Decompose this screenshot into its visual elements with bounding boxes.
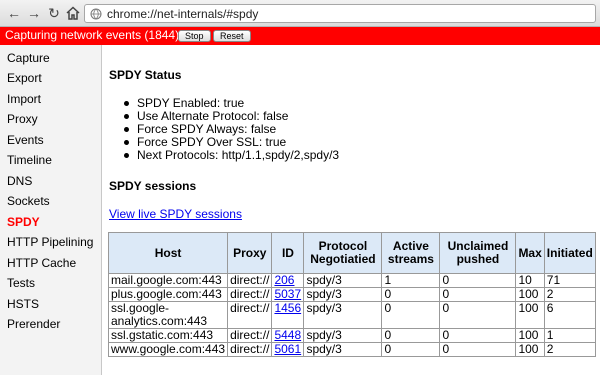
sidebar-item-import[interactable]: Import bbox=[7, 92, 41, 106]
sidebar-item-http-pipelining[interactable]: HTTP Pipelining bbox=[7, 235, 93, 249]
max-cell: 100 bbox=[515, 287, 545, 302]
sidebar-item-prerender[interactable]: Prerender bbox=[7, 317, 60, 331]
proxy-cell: direct:// bbox=[227, 273, 273, 288]
max-cell: 100 bbox=[515, 342, 545, 357]
page-icon bbox=[90, 8, 102, 20]
capture-status-bar: Capturing network events (1844) Stop Res… bbox=[0, 27, 600, 45]
column-header-proxy: Proxy bbox=[227, 232, 273, 274]
id-cell: 5061 bbox=[271, 342, 305, 357]
max-cell: 100 bbox=[515, 328, 545, 343]
column-header-id: ID bbox=[271, 232, 305, 274]
capture-status-text: Capturing network events (1844) bbox=[5, 28, 180, 42]
max-cell: 10 bbox=[515, 273, 545, 288]
protocol-cell: spdy/3 bbox=[303, 301, 383, 329]
sidebar-item-http-cache[interactable]: HTTP Cache bbox=[7, 256, 76, 270]
host-cell: ssl.google-analytics.com:443 bbox=[107, 301, 229, 329]
table-row: mail.google.com:443 direct:// 206 spdy/3… bbox=[107, 273, 596, 288]
table-row: ssl.google-analytics.com:443 direct:// 1… bbox=[107, 301, 596, 329]
max-cell: 100 bbox=[515, 301, 545, 329]
url-text: chrome://net-internals/#spdy bbox=[107, 7, 259, 21]
sidebar-item-proxy[interactable]: Proxy bbox=[7, 112, 38, 126]
view-live-sessions-link[interactable]: View live SPDY sessions bbox=[109, 207, 242, 221]
active-streams-cell: 0 bbox=[381, 301, 441, 329]
initiated-cell: 1 bbox=[543, 328, 596, 343]
host-cell: www.google.com:443 bbox=[107, 342, 229, 357]
host-cell: mail.google.com:443 bbox=[107, 273, 229, 288]
address-bar[interactable]: chrome://net-internals/#spdy bbox=[84, 4, 596, 23]
session-id-link[interactable]: 5037 bbox=[274, 287, 301, 301]
active-streams-cell: 0 bbox=[381, 342, 441, 357]
initiated-cell: 2 bbox=[543, 287, 596, 302]
column-header-unclaimed-pushed: Unclaimed pushed bbox=[439, 232, 517, 274]
sidebar-item-capture[interactable]: Capture bbox=[7, 51, 50, 65]
proxy-cell: direct:// bbox=[227, 328, 273, 343]
sidebar-item-export[interactable]: Export bbox=[7, 71, 42, 85]
column-header-active-streams: Active streams bbox=[381, 232, 441, 274]
session-id-link[interactable]: 5061 bbox=[274, 342, 301, 356]
column-header-initiated: Initiated bbox=[543, 232, 596, 274]
session-id-link[interactable]: 206 bbox=[274, 273, 294, 287]
unclaimed-pushed-cell: 0 bbox=[439, 328, 517, 343]
sidebar: Capture Export Import Proxy Events Timel… bbox=[0, 45, 102, 375]
table-row: www.google.com:443 direct:// 5061 spdy/3… bbox=[107, 342, 596, 357]
spdy-sessions-heading: SPDY sessions bbox=[109, 179, 197, 193]
unclaimed-pushed-cell: 0 bbox=[439, 273, 517, 288]
sidebar-item-hsts[interactable]: HSTS bbox=[7, 297, 39, 311]
sidebar-item-timeline[interactable]: Timeline bbox=[7, 153, 52, 167]
protocol-cell: spdy/3 bbox=[303, 287, 383, 302]
unclaimed-pushed-cell: 0 bbox=[439, 342, 517, 357]
initiated-cell: 71 bbox=[543, 273, 596, 288]
column-header-protocol: Protocol Negotiatied bbox=[303, 232, 383, 274]
initiated-cell: 2 bbox=[543, 342, 596, 357]
unclaimed-pushed-cell: 0 bbox=[439, 301, 517, 329]
forward-arrow-icon[interactable]: → bbox=[26, 4, 42, 22]
id-cell: 5448 bbox=[271, 328, 305, 343]
table-row: ssl.gstatic.com:443 direct:// 5448 spdy/… bbox=[107, 328, 596, 343]
sessions-table: Host Proxy ID Protocol Negotiatied Activ… bbox=[107, 232, 596, 357]
browser-toolbar: ← → ↻ chrome://net-internals/#spdy bbox=[0, 0, 600, 27]
sidebar-item-events[interactable]: Events bbox=[7, 133, 44, 147]
id-cell: 206 bbox=[271, 273, 305, 288]
proxy-cell: direct:// bbox=[227, 301, 273, 329]
initiated-cell: 6 bbox=[543, 301, 596, 329]
column-header-max: Max bbox=[515, 232, 545, 274]
id-cell: 1456 bbox=[271, 301, 305, 329]
home-icon[interactable] bbox=[65, 4, 81, 22]
sidebar-item-dns[interactable]: DNS bbox=[7, 174, 32, 188]
active-streams-cell: 0 bbox=[381, 328, 441, 343]
protocol-cell: spdy/3 bbox=[303, 273, 383, 288]
protocol-cell: spdy/3 bbox=[303, 328, 383, 343]
session-id-link[interactable]: 1456 bbox=[274, 301, 301, 315]
active-streams-cell: 0 bbox=[381, 287, 441, 302]
sidebar-item-spdy[interactable]: SPDY bbox=[7, 215, 40, 229]
reload-icon[interactable]: ↻ bbox=[46, 4, 62, 22]
session-id-link[interactable]: 5448 bbox=[274, 328, 301, 342]
spdy-status-heading: SPDY Status bbox=[109, 68, 182, 82]
sidebar-item-tests[interactable]: Tests bbox=[7, 276, 35, 290]
active-streams-cell: 1 bbox=[381, 273, 441, 288]
table-row: plus.google.com:443 direct:// 5037 spdy/… bbox=[107, 287, 596, 302]
id-cell: 5037 bbox=[271, 287, 305, 302]
unclaimed-pushed-cell: 0 bbox=[439, 287, 517, 302]
sidebar-item-sockets[interactable]: Sockets bbox=[7, 194, 50, 208]
host-cell: plus.google.com:443 bbox=[107, 287, 229, 302]
column-header-host: Host bbox=[107, 232, 229, 274]
reset-button[interactable]: Reset bbox=[213, 30, 251, 42]
proxy-cell: direct:// bbox=[227, 287, 273, 302]
protocol-cell: spdy/3 bbox=[303, 342, 383, 357]
status-item-next-protocols: Next Protocols: http/1.1,spdy/2,spdy/3 bbox=[124, 149, 339, 162]
table-header-row: Host Proxy ID Protocol Negotiatied Activ… bbox=[107, 232, 596, 274]
back-arrow-icon[interactable]: ← bbox=[6, 4, 22, 22]
spdy-status-list: SPDY Enabled: true Use Alternate Protoco… bbox=[124, 97, 339, 162]
stop-button[interactable]: Stop bbox=[178, 30, 211, 42]
host-cell: ssl.gstatic.com:443 bbox=[107, 328, 229, 343]
proxy-cell: direct:// bbox=[227, 342, 273, 357]
